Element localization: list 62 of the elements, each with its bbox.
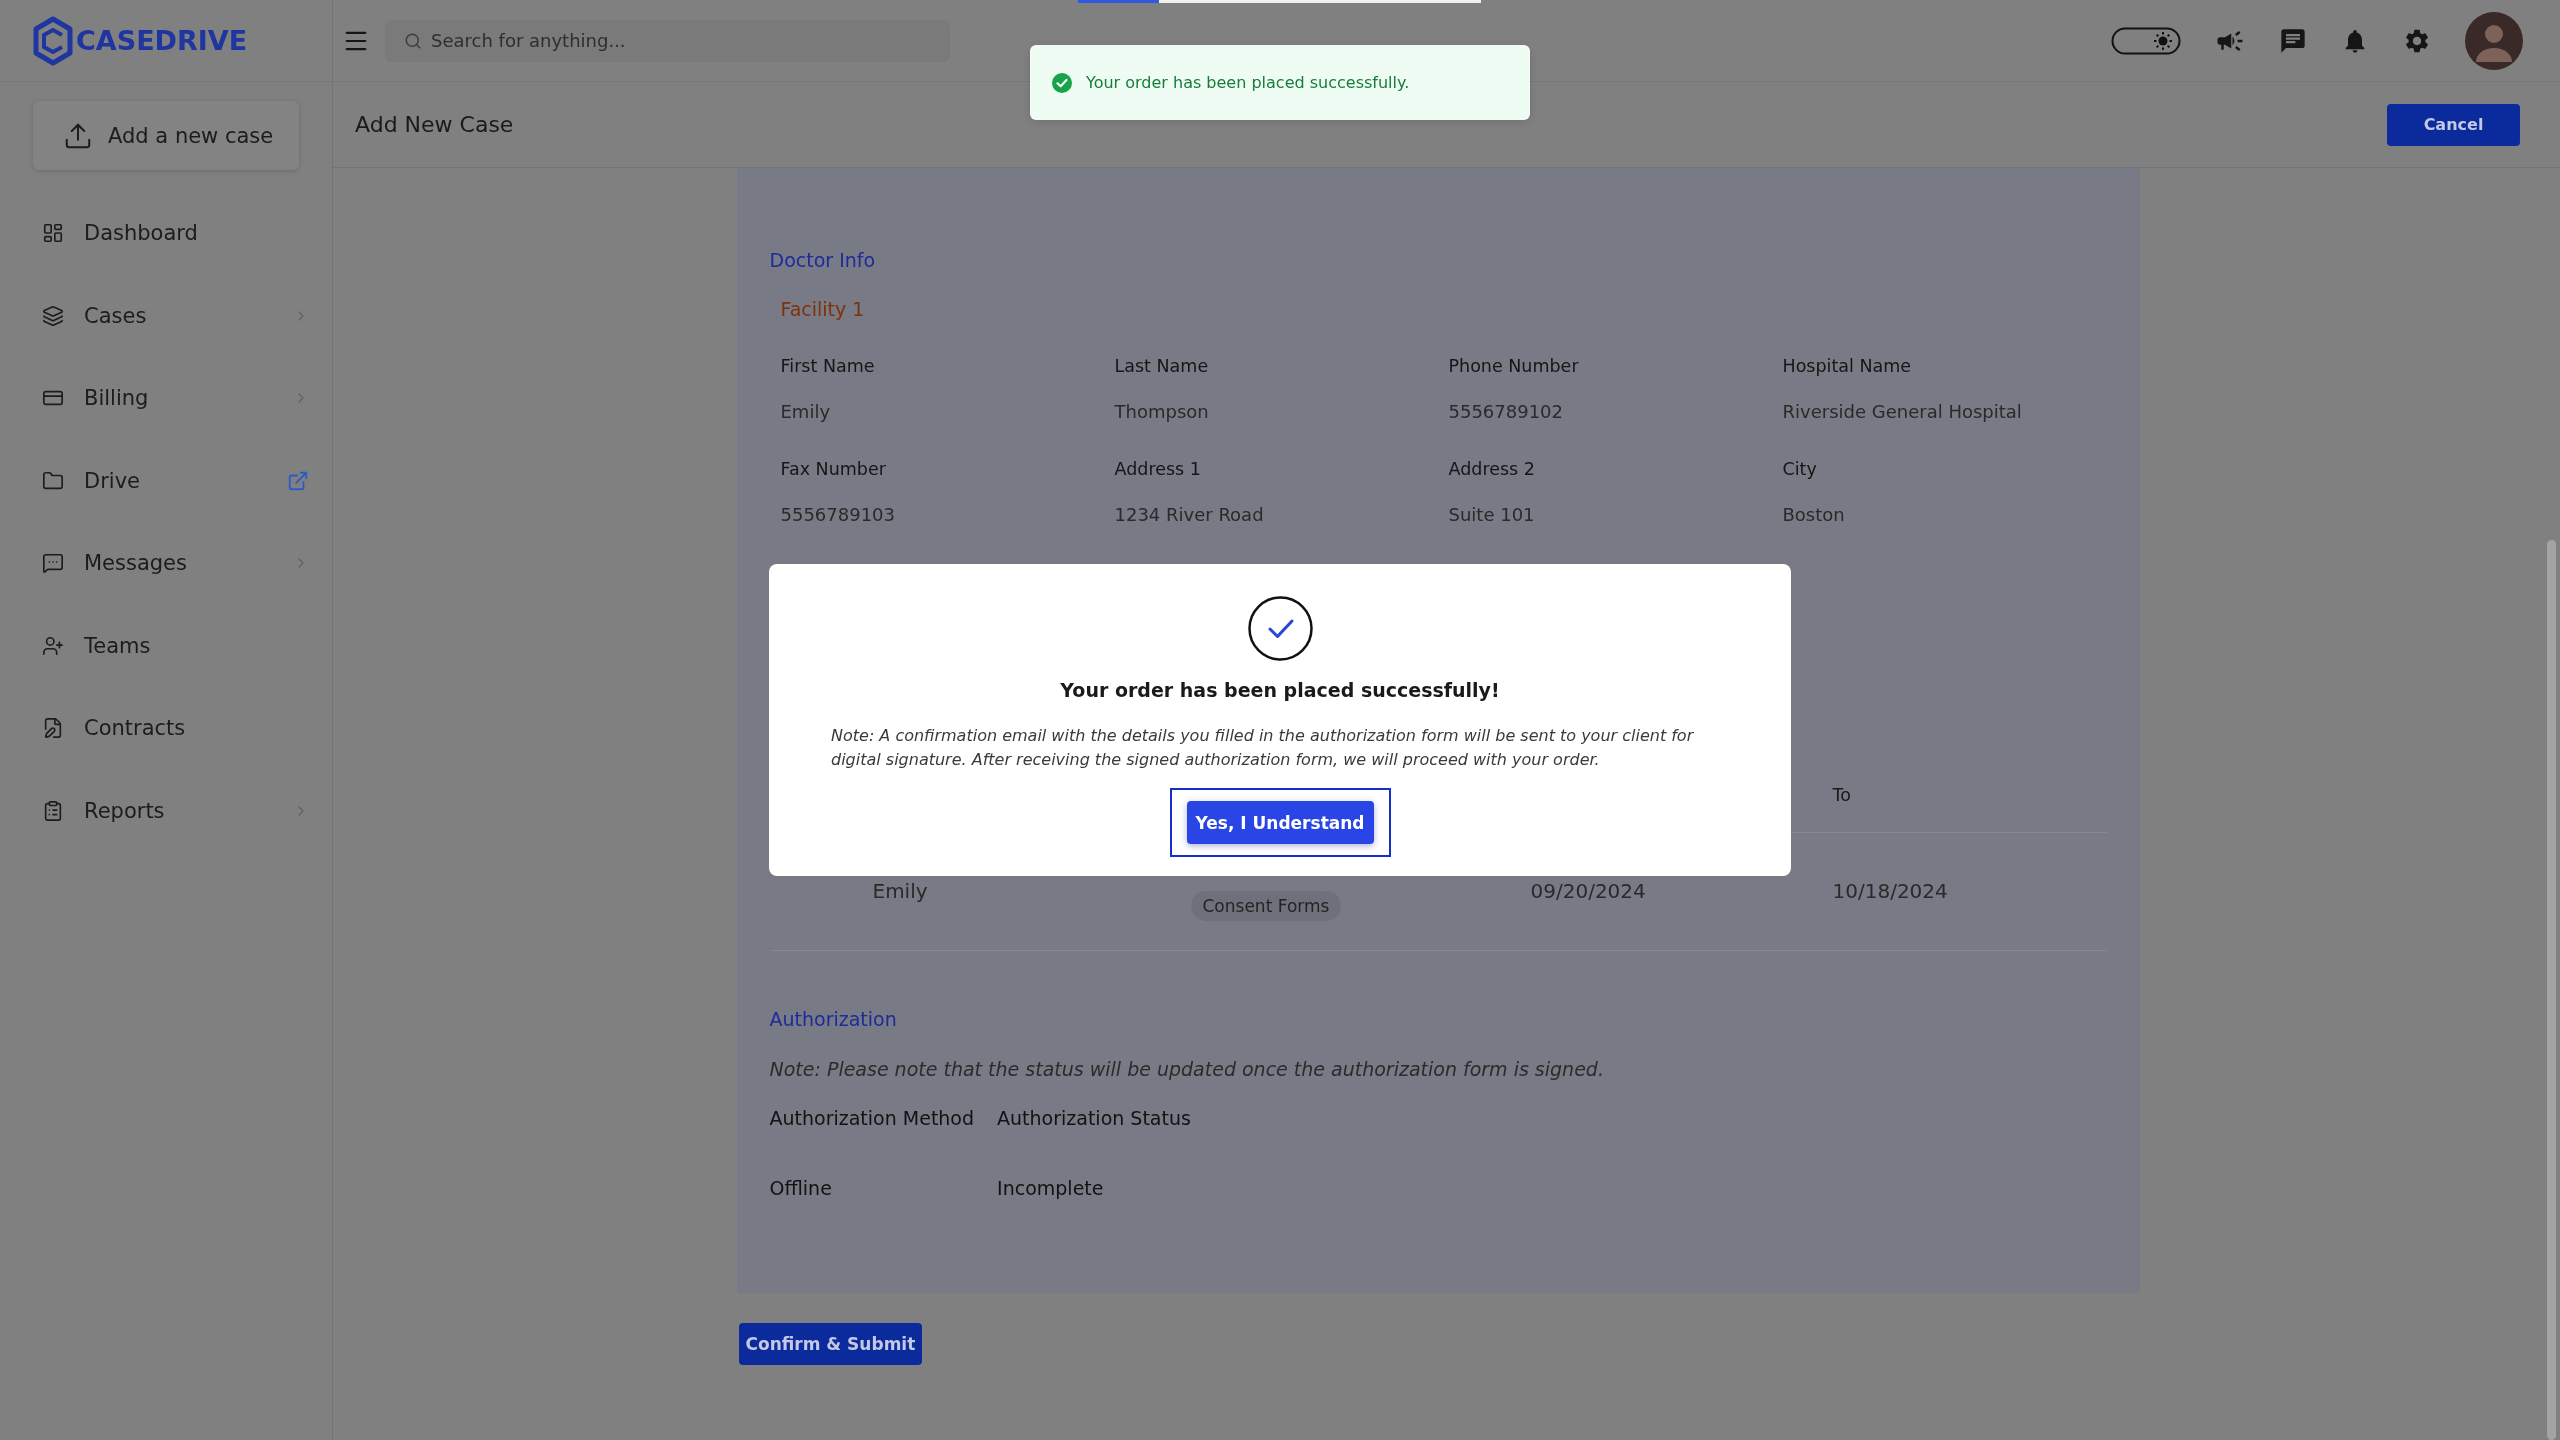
field-label: Authorization Status [997,1106,1191,1130]
scrollbar-thumb[interactable] [2547,540,2556,1440]
field-value: Suite 101 [1448,504,1535,526]
dialog-title: Your order has been placed successfully! [1060,678,1500,703]
page-title: Add New Case [355,112,514,137]
nav-item[interactable]: Contracts [0,687,332,770]
nav-item[interactable]: Billing [0,357,332,440]
field-label: Hospital Name [1782,355,1912,377]
field-label: Fax Number [780,458,886,480]
nav-item[interactable]: Dashboard [0,192,332,275]
field-label: Last Name [1114,355,1209,377]
logo-text: CASEDRIVE [76,24,248,57]
nav-item[interactable]: Reports [0,769,332,852]
field-value: Incomplete [997,1176,1104,1200]
nav-item[interactable]: Drive [0,439,332,522]
category-tag: Consent Forms [1190,891,1342,921]
add-case-button[interactable]: Add a new case [33,101,299,170]
field-label: Authorization Method [769,1106,975,1130]
dialog-note: Note: A confirmation email with the details you filled in the authorization form will be sent to your client for digital signature. After receiving the signed authorization form, we will proceed with your order. [831,725,1695,771]
check-circle-icon [1247,596,1313,661]
field-value: Thompson [1114,401,1209,423]
dashboard-icon [42,222,64,245]
field-value: Emily [780,401,831,423]
field-label: Address 1 [1114,458,1201,480]
confirm-submit-button[interactable]: Confirm & Submit [738,1323,923,1365]
chat-icon[interactable] [2279,26,2307,55]
field-label: Phone Number [1448,355,1579,377]
avatar-icon[interactable] [2465,11,2523,70]
status-note: Note: Please note that the status will be updated once the authorization form is signed. [769,1057,1604,1081]
field-value: Offline [769,1176,832,1200]
user-plus-icon [42,634,64,657]
check-circle-icon [1052,72,1072,93]
section-heading: Doctor Info [769,248,876,272]
field-value: Riverside General Hospital [1782,401,2022,423]
table-cell: 09/20/2024 [1530,879,1646,903]
layers-icon [42,304,64,327]
document-pen-icon [42,717,64,740]
nav-item[interactable]: Cases [0,274,332,357]
table-cell: 10/18/2024 [1832,879,1948,903]
field-value: 5556789103 [780,504,896,526]
chat-icon [42,552,64,575]
understand-button[interactable]: Yes, I Understand [1186,801,1374,844]
field-label: City [1782,458,1817,480]
cancel-button[interactable]: Cancel [2387,103,2520,146]
column-header: To [1832,784,1851,806]
field-value: Boston [1782,504,1845,526]
folder-icon [42,469,64,492]
nav-item[interactable]: Teams [0,604,332,687]
search-icon [404,31,422,50]
section-heading: Authorization [769,1007,897,1031]
facility-title: Facility 1 [780,297,865,321]
toggle-icon[interactable] [2111,26,2181,55]
search-field[interactable]: Search for anything... [385,19,950,62]
logo-icon [33,15,73,66]
field-value: 1234 River Road [1114,504,1264,526]
table-cell: Emily [872,879,928,903]
field-label: First Name [780,355,875,377]
field-label: Address 2 [1448,458,1535,480]
field-value: 5556789102 [1448,401,1564,423]
toast-message: Your order has been placed successfully. [1086,73,1410,92]
clipboard-icon [42,799,64,822]
nav-item[interactable]: Messages [0,522,332,605]
